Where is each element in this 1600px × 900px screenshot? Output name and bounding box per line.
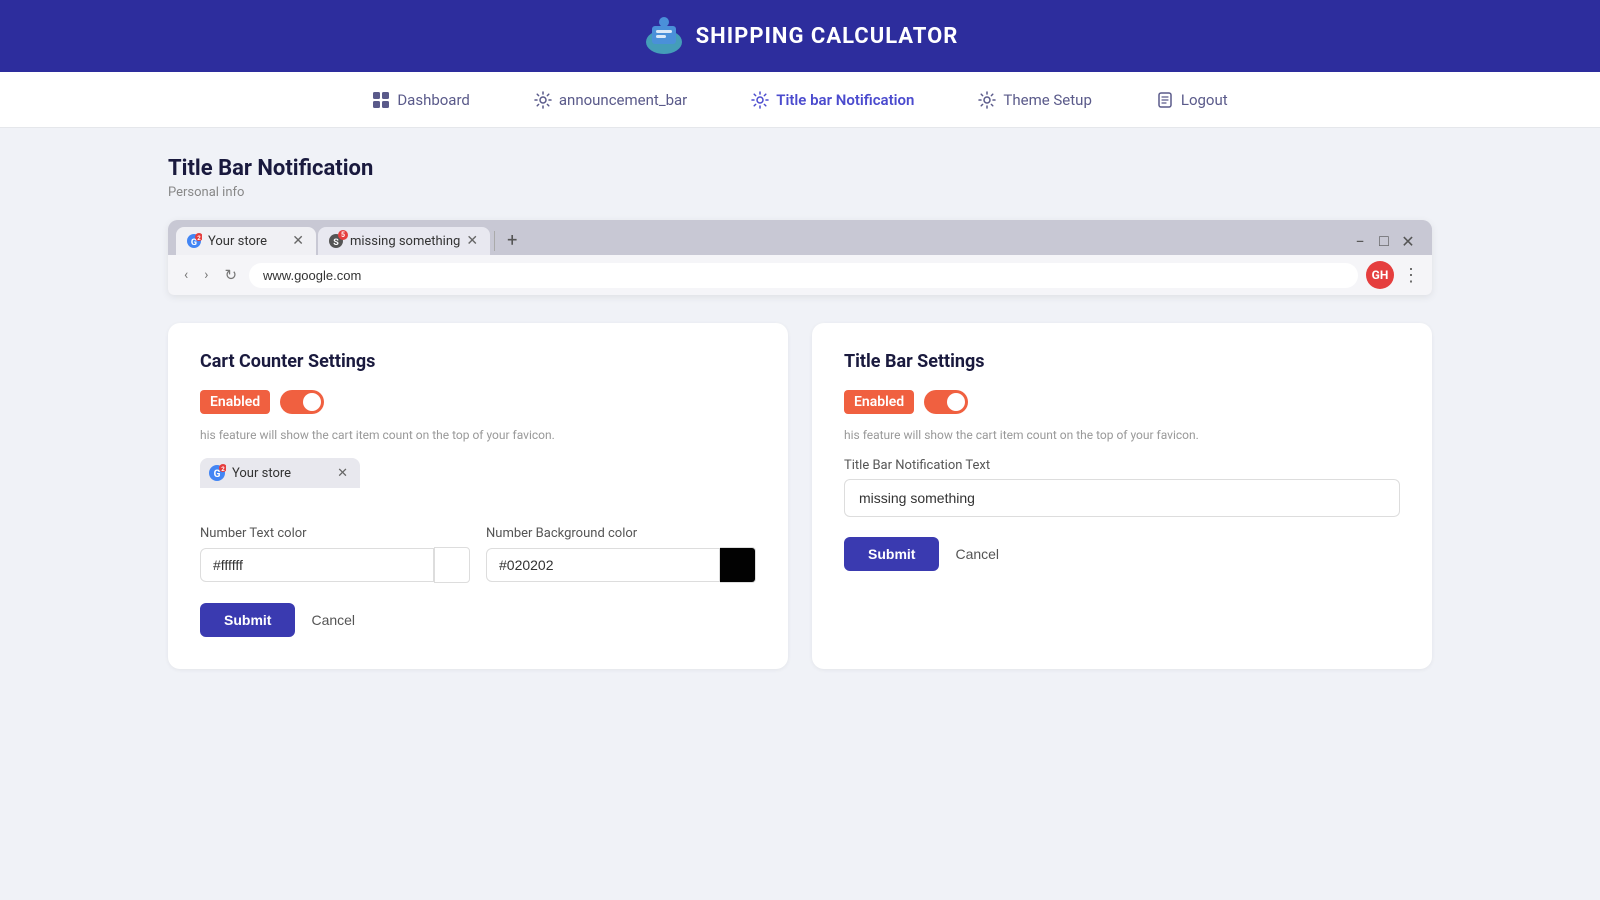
tab-preview-text: Your store bbox=[232, 466, 291, 481]
tab1-favicon: G2 bbox=[186, 233, 202, 249]
gear-icon-3 bbox=[978, 91, 996, 109]
browser-window-controls: − □ ✕ bbox=[1352, 233, 1424, 255]
cart-counter-toggle-track bbox=[280, 390, 324, 414]
tab2-label: missing something bbox=[350, 234, 460, 249]
title-bar-submit-button[interactable]: Submit bbox=[844, 537, 939, 571]
nav-title-bar-notification-label: Title bar Notification bbox=[776, 91, 914, 109]
brand-text: Shipping Calculator bbox=[696, 24, 959, 49]
user-avatar: GH bbox=[1366, 261, 1394, 289]
nav-title-bar-notification[interactable]: Title bar Notification bbox=[743, 87, 922, 113]
title-bar-toggle-row: Enabled bbox=[844, 390, 1400, 414]
cart-counter-toggle-row: Enabled bbox=[200, 390, 756, 414]
cart-counter-toggle[interactable] bbox=[280, 390, 324, 414]
browser-mockup: G2 Your store ✕ S 5 missing something ✕ … bbox=[168, 220, 1432, 295]
title-bar-desc: his feature will show the cart item coun… bbox=[844, 428, 1400, 442]
title-bar-toggle[interactable] bbox=[924, 390, 968, 414]
cart-counter-cancel-button[interactable]: Cancel bbox=[311, 612, 355, 628]
cart-counter-submit-button[interactable]: Submit bbox=[200, 603, 295, 637]
gear-icon-1 bbox=[534, 91, 552, 109]
nav-logout-label: Logout bbox=[1181, 91, 1228, 109]
tab-preview-container: G2 Your store ✕ bbox=[200, 458, 756, 506]
nav-theme-setup-label: Theme Setup bbox=[1003, 91, 1091, 109]
title-bar-notification-text-group: Title Bar Notification Text bbox=[844, 458, 1400, 517]
svg-text:S: S bbox=[333, 238, 339, 248]
refresh-button[interactable]: ↻ bbox=[220, 264, 241, 286]
minimize-icon[interactable]: − bbox=[1352, 233, 1368, 249]
number-bg-color-group: Number Background color bbox=[486, 526, 756, 583]
color-fields-row: Number Text color Number Background colo… bbox=[200, 526, 756, 583]
logo-icon bbox=[642, 14, 686, 58]
tab1-label: Your store bbox=[208, 234, 267, 249]
cart-counter-toggle-label: Enabled bbox=[200, 390, 270, 414]
nav-announcement-bar[interactable]: announcement_bar bbox=[526, 87, 695, 113]
title-bar-notification-text-input[interactable] bbox=[844, 479, 1400, 517]
tab-preview: G2 Your store ✕ bbox=[200, 458, 360, 488]
nav-announcement-bar-label: announcement_bar bbox=[559, 91, 687, 109]
nav-logout[interactable]: Logout bbox=[1148, 87, 1236, 113]
navbar: Dashboard announcement_bar Title bar Not… bbox=[0, 72, 1600, 128]
number-text-color-input-row bbox=[200, 547, 470, 583]
back-button[interactable]: ‹ bbox=[180, 265, 192, 285]
title-bar-toggle-label: Enabled bbox=[844, 390, 914, 414]
svg-text:G: G bbox=[214, 469, 221, 480]
settings-grid: Cart Counter Settings Enabled his featur… bbox=[168, 323, 1432, 669]
browser-tabs-bar: G2 Your store ✕ S 5 missing something ✕ … bbox=[168, 220, 1432, 255]
page-content: Title Bar Notification Personal info G2 … bbox=[120, 128, 1480, 717]
tab-separator bbox=[494, 231, 495, 251]
browser-tab-yourstore[interactable]: G2 Your store ✕ bbox=[176, 227, 316, 255]
browser-menu-icon[interactable]: ⋮ bbox=[1402, 265, 1420, 286]
tab2-favicon: S 5 bbox=[328, 233, 344, 249]
tab1-close-icon[interactable]: ✕ bbox=[292, 234, 304, 248]
close-icon[interactable]: ✕ bbox=[1400, 233, 1416, 249]
cart-counter-form-actions: Submit Cancel bbox=[200, 603, 756, 637]
cart-counter-toggle-thumb bbox=[303, 393, 321, 411]
number-bg-color-label: Number Background color bbox=[486, 526, 756, 541]
forward-button[interactable]: › bbox=[200, 265, 212, 285]
maximize-icon[interactable]: □ bbox=[1376, 233, 1392, 249]
brand: Shipping Calculator bbox=[642, 14, 959, 58]
tab-new-button[interactable]: + bbox=[499, 226, 525, 255]
tab2-close-icon[interactable]: ✕ bbox=[466, 234, 478, 248]
number-text-color-swatch[interactable] bbox=[434, 547, 470, 583]
nav-dashboard-label: Dashboard bbox=[397, 91, 470, 109]
title-bar-settings-title: Title Bar Settings bbox=[844, 351, 1400, 372]
doc-icon bbox=[1156, 91, 1174, 109]
page-title: Title Bar Notification bbox=[168, 156, 1432, 181]
tab-preview-favicon: G2 bbox=[208, 464, 226, 482]
browser-tab-missing[interactable]: S 5 missing something ✕ bbox=[318, 227, 490, 255]
title-bar-cancel-button[interactable]: Cancel bbox=[955, 546, 999, 562]
number-bg-color-swatch[interactable] bbox=[720, 547, 756, 583]
app-header: Shipping Calculator bbox=[0, 0, 1600, 72]
browser-address-bar: ‹ › ↻ GH ⋮ bbox=[168, 255, 1432, 295]
number-text-color-group: Number Text color bbox=[200, 526, 470, 583]
number-text-color-input[interactable] bbox=[200, 548, 434, 582]
title-bar-notification-text-label: Title Bar Notification Text bbox=[844, 458, 1400, 473]
cart-counter-card: Cart Counter Settings Enabled his featur… bbox=[168, 323, 788, 669]
number-bg-color-input[interactable] bbox=[486, 548, 720, 582]
number-text-color-label: Number Text color bbox=[200, 526, 470, 541]
svg-text:2: 2 bbox=[197, 235, 201, 242]
title-bar-toggle-track bbox=[924, 390, 968, 414]
address-input[interactable] bbox=[249, 263, 1358, 288]
cart-counter-desc: his feature will show the cart item coun… bbox=[200, 428, 756, 442]
title-bar-toggle-thumb bbox=[947, 393, 965, 411]
grid-icon bbox=[372, 91, 390, 109]
cart-counter-title: Cart Counter Settings bbox=[200, 351, 756, 372]
nav-theme-setup[interactable]: Theme Setup bbox=[970, 87, 1099, 113]
nav-dashboard[interactable]: Dashboard bbox=[364, 87, 478, 113]
title-bar-card: Title Bar Settings Enabled his feature w… bbox=[812, 323, 1432, 669]
gear-icon-2 bbox=[751, 91, 769, 109]
title-bar-form-actions: Submit Cancel bbox=[844, 537, 1400, 571]
number-bg-color-input-row bbox=[486, 547, 756, 583]
svg-text:2: 2 bbox=[221, 466, 225, 473]
page-subtitle: Personal info bbox=[168, 185, 1432, 200]
tab-preview-close-icon[interactable]: ✕ bbox=[337, 466, 348, 481]
